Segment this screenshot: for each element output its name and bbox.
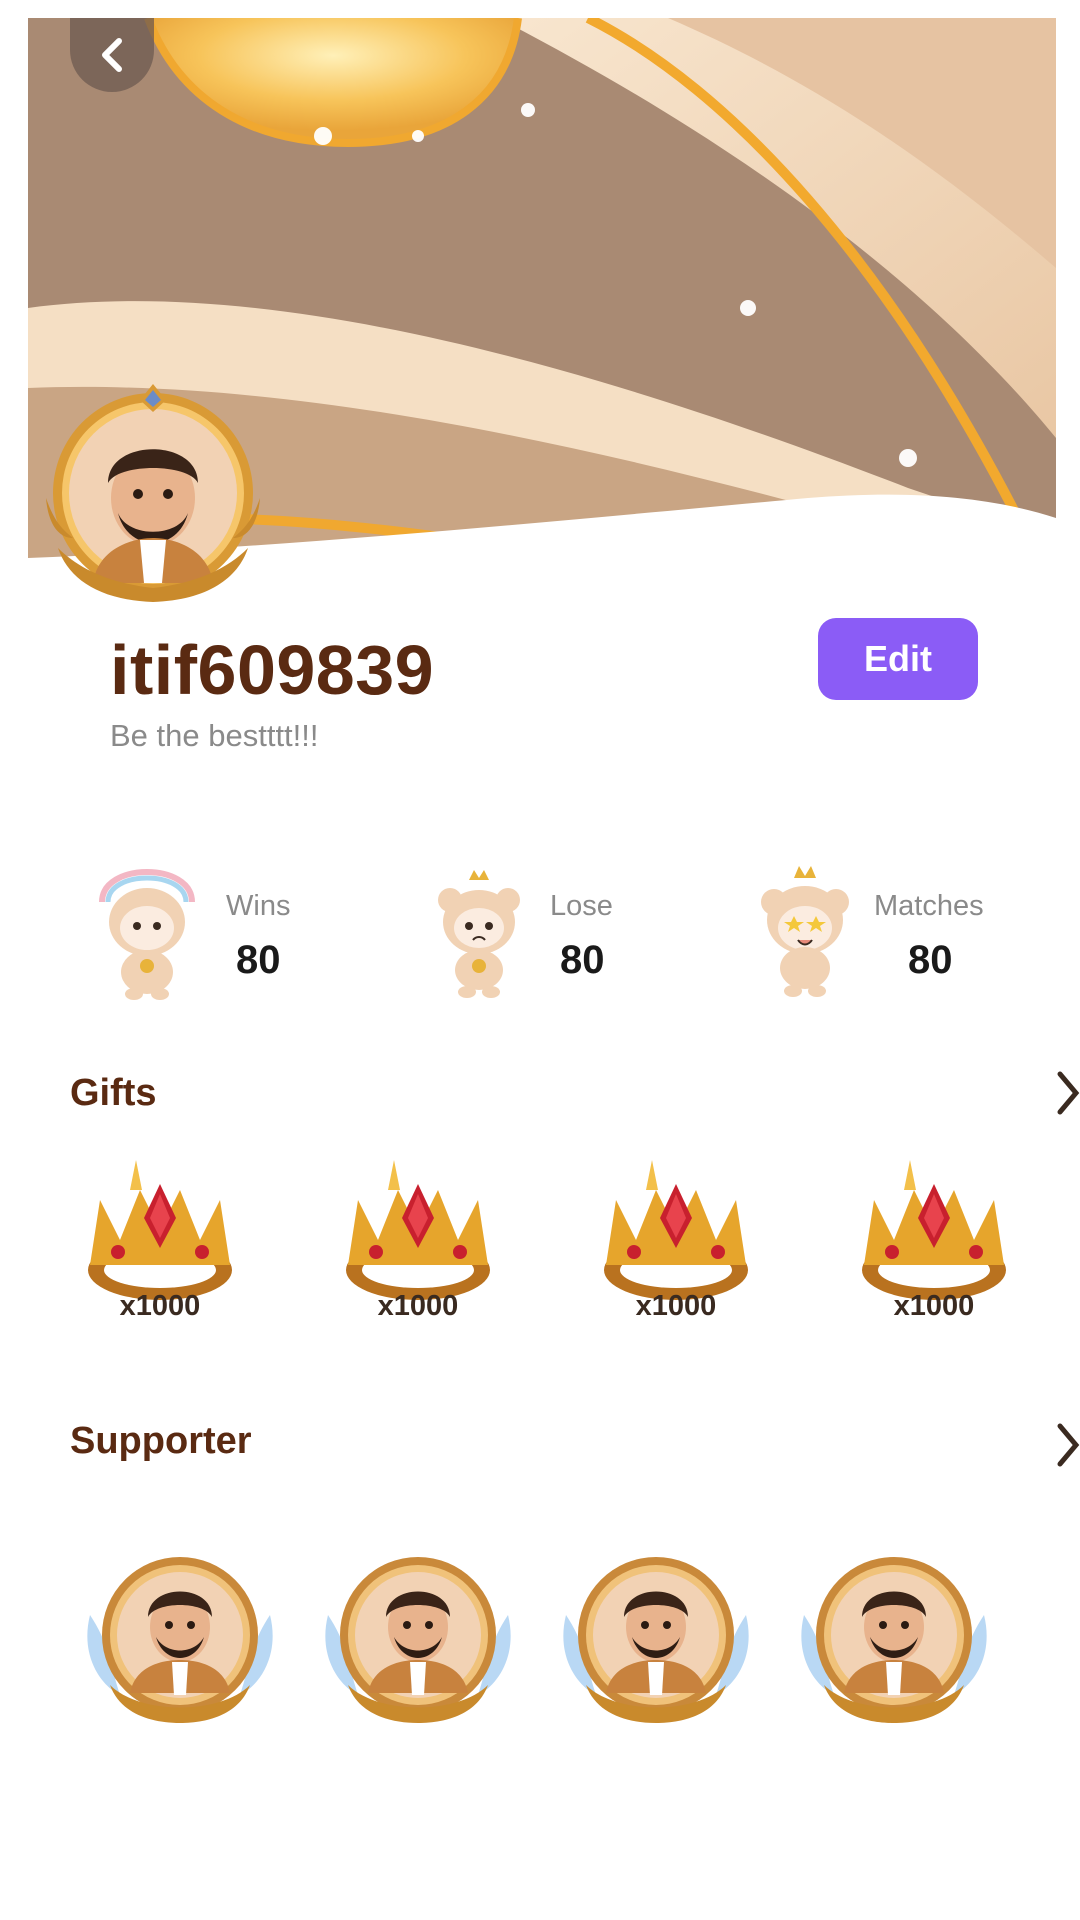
gift-quantity: x1000 [635, 1290, 717, 1322]
edit-profile-button[interactable]: Edit [818, 618, 978, 700]
lose-mascot-icon [438, 870, 520, 998]
supporter-avatar-icon [87, 1557, 273, 1723]
stat-wins: Wins 80 [92, 862, 352, 1002]
chevron-right-icon[interactable] [1050, 1068, 1080, 1118]
gift-quantity: x1000 [893, 1290, 975, 1322]
stat-value: 80 [236, 938, 281, 982]
gifts-section-title: Gifts [70, 1072, 157, 1114]
supporter-avatar[interactable] [80, 1545, 280, 1725]
stat-label: Matches [874, 890, 984, 922]
gift-quantity: x1000 [377, 1290, 459, 1322]
chevron-left-icon [102, 38, 122, 72]
stat-label: Wins [226, 890, 291, 922]
gift-item[interactable]: x1000 [80, 1160, 240, 1330]
supporter-avatar-icon [801, 1557, 987, 1723]
bio-text: Be the bestttt!!! [110, 718, 319, 753]
supporter-section-title: Supporter [70, 1420, 252, 1462]
gift-item[interactable]: x1000 [596, 1160, 756, 1330]
gift-item[interactable]: x1000 [338, 1160, 498, 1330]
matches-mascot-icon [761, 866, 849, 997]
profile-avatar[interactable] [38, 378, 268, 608]
gift-item[interactable]: x1000 [854, 1160, 1014, 1330]
gift-quantity: x1000 [119, 1290, 201, 1322]
username: itif609839 [110, 631, 435, 709]
supporter-avatar[interactable] [794, 1545, 994, 1725]
stat-lose: Lose 80 [424, 862, 684, 1002]
chevron-right-icon[interactable] [1050, 1420, 1080, 1470]
supporter-avatar[interactable] [556, 1545, 756, 1725]
stat-value: 80 [560, 938, 605, 982]
wins-mascot-icon [99, 869, 195, 1000]
supporter-avatar-icon [563, 1557, 749, 1723]
stat-value: 80 [908, 938, 953, 982]
profile-page: itif609839 Be the bestttt!!! Edit Wins 8… [0, 0, 1080, 1920]
supporter-avatar-icon [325, 1557, 511, 1723]
stat-label: Lose [550, 890, 613, 922]
supporter-avatar[interactable] [318, 1545, 518, 1725]
stat-matches: Matches 80 [750, 862, 1050, 1002]
